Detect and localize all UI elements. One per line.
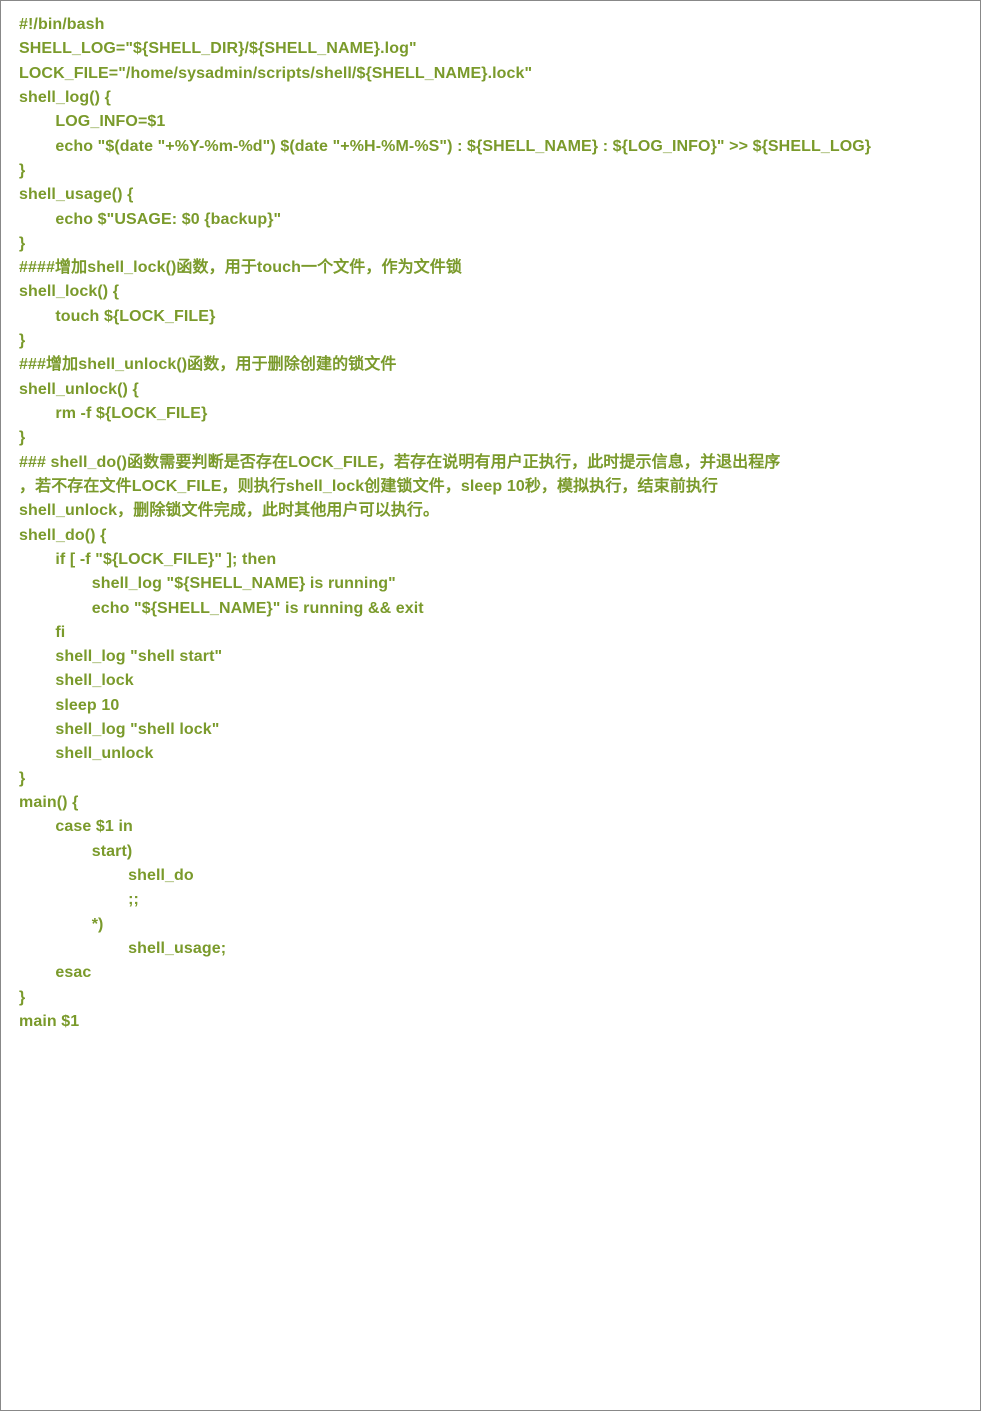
code-line: esac <box>19 961 962 985</box>
code-line: ####增加shell_lock()函数，用于touch一个文件，作为文件锁 <box>19 256 962 280</box>
code-line: } <box>19 232 962 256</box>
code-line: } <box>19 159 962 183</box>
code-line: echo "$(date "+%Y-%m-%d") $(date "+%H-%M… <box>19 135 962 159</box>
code-line: echo $"USAGE: $0 {backup}" <box>19 208 962 232</box>
code-line: shell_log "shell start" <box>19 645 962 669</box>
code-line: main $1 <box>19 1010 962 1034</box>
code-line: rm -f ${LOCK_FILE} <box>19 402 962 426</box>
code-line: shell_log "shell lock" <box>19 718 962 742</box>
code-line: ;; <box>19 888 962 912</box>
code-line: shell_log "${SHELL_NAME} is running" <box>19 572 962 596</box>
code-line: ### shell_do()函数需要判断是否存在LOCK_FILE，若存在说明有… <box>19 451 962 475</box>
code-line: } <box>19 767 962 791</box>
code-line: ###增加shell_unlock()函数，用于删除创建的锁文件 <box>19 353 962 377</box>
code-line: fi <box>19 621 962 645</box>
code-container: #!/bin/bash SHELL_LOG="${SHELL_DIR}/${SH… <box>0 0 981 1411</box>
code-line: shell_unlock <box>19 742 962 766</box>
code-line: shell_unlock，删除锁文件完成，此时其他用户可以执行。 <box>19 499 962 523</box>
code-line: SHELL_LOG="${SHELL_DIR}/${SHELL_NAME}.lo… <box>19 37 962 61</box>
code-line: *) <box>19 913 962 937</box>
code-line: touch ${LOCK_FILE} <box>19 305 962 329</box>
code-line: shell_do() { <box>19 524 962 548</box>
code-line: } <box>19 329 962 353</box>
code-line: } <box>19 986 962 1010</box>
code-line: if [ -f "${LOCK_FILE}" ]; then <box>19 548 962 572</box>
code-line: LOCK_FILE="/home/sysadmin/scripts/shell/… <box>19 62 962 86</box>
code-line: start) <box>19 840 962 864</box>
code-line: shell_unlock() { <box>19 378 962 402</box>
code-line: shell_lock() { <box>19 280 962 304</box>
code-line: shell_lock <box>19 669 962 693</box>
code-line: main() { <box>19 791 962 815</box>
code-line: sleep 10 <box>19 694 962 718</box>
code-line: shell_usage() { <box>19 183 962 207</box>
code-line: } <box>19 426 962 450</box>
code-line: #!/bin/bash <box>19 13 962 37</box>
code-line: shell_usage; <box>19 937 962 961</box>
code-line: LOG_INFO=$1 <box>19 110 962 134</box>
code-line: shell_log() { <box>19 86 962 110</box>
code-line: ，若不存在文件LOCK_FILE，则执行shell_lock创建锁文件，slee… <box>19 475 962 499</box>
code-line: shell_do <box>19 864 962 888</box>
code-line: case $1 in <box>19 815 962 839</box>
code-line: echo "${SHELL_NAME}" is running && exit <box>19 597 962 621</box>
